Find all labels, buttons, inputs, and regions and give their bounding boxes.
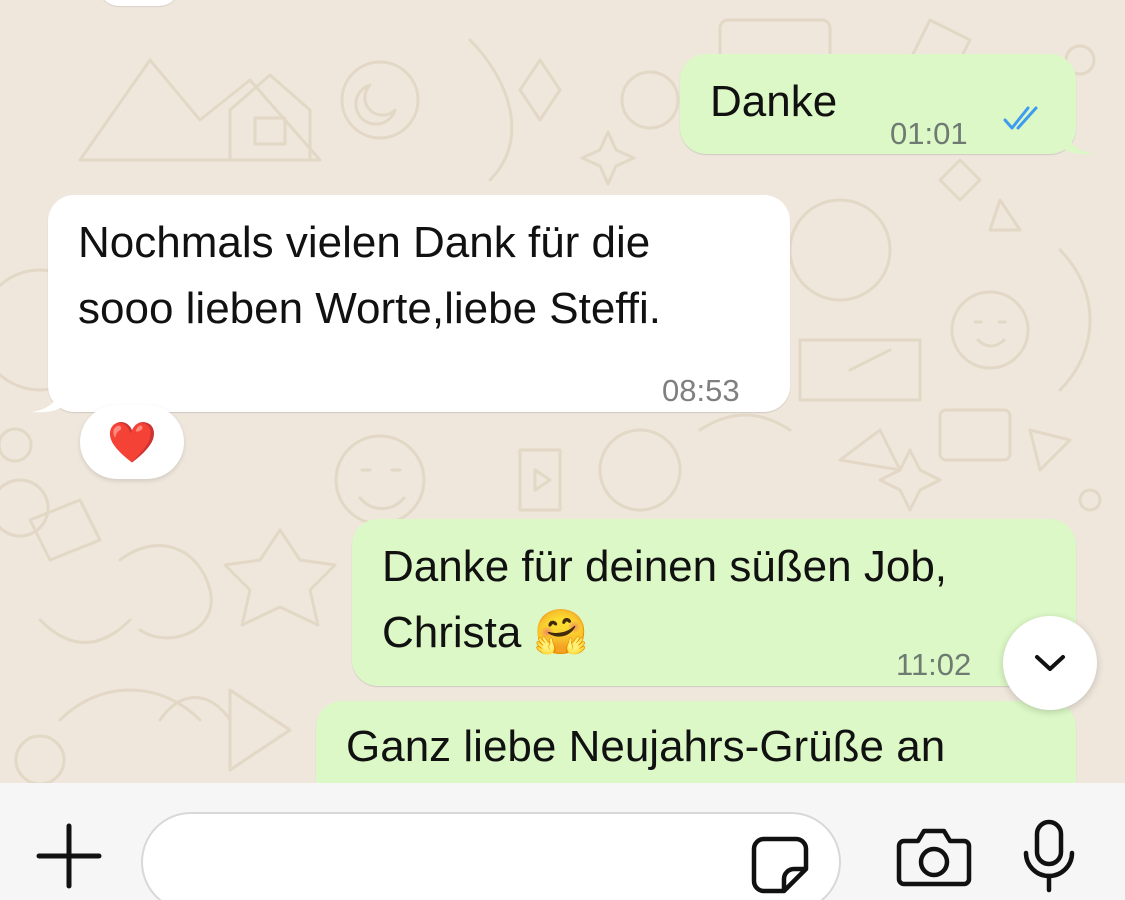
message-text-line-1: Nochmals vielen Dank für die [78, 218, 651, 267]
chevron-down-icon [1035, 655, 1065, 671]
message-text-line-2: sooo lieben Worte,liebe Steffi. [78, 284, 661, 333]
camera-icon[interactable] [896, 827, 972, 887]
bubble-tail [1064, 125, 1094, 155]
outgoing-message-bubble[interactable]: Danke 01:01 [680, 54, 1076, 154]
message-input[interactable] [141, 812, 841, 900]
reaction-badge[interactable]: ❤️ [80, 405, 184, 479]
outgoing-message-bubble[interactable]: Ganz liebe Neujahrs-Grüße an [316, 701, 1076, 783]
bubble-tail [32, 383, 62, 413]
chat-area[interactable]: Danke 01:01 Nochmals vielen Dank für die… [0, 0, 1125, 783]
scroll-to-bottom-button[interactable] [1003, 616, 1097, 710]
message-text-line-1: Ganz liebe Neujahrs-Grüße an [346, 722, 946, 771]
message-timestamp: 01:01 [890, 116, 968, 151]
message-timestamp: 11:02 [896, 647, 972, 682]
message-timestamp: 08:53 [662, 373, 740, 408]
sticker-icon[interactable] [750, 835, 810, 895]
message-text-line-1: Danke für deinen süßen Job, [382, 542, 948, 591]
incoming-message-bubble[interactable]: Nochmals vielen Dank für die sooo lieben… [48, 195, 790, 412]
heart-reaction-icon: ❤️ [107, 420, 157, 465]
read-receipt-icon [1003, 106, 1038, 130]
message-composer [0, 783, 1125, 900]
microphone-icon[interactable] [1020, 819, 1078, 893]
plus-icon[interactable] [36, 823, 102, 889]
message-text: Danke [710, 77, 838, 126]
outgoing-message-bubble[interactable]: Danke für deinen süßen Job, Christa 🤗 11… [352, 519, 1076, 686]
message-text-line-2: Christa 🤗 [382, 608, 589, 657]
